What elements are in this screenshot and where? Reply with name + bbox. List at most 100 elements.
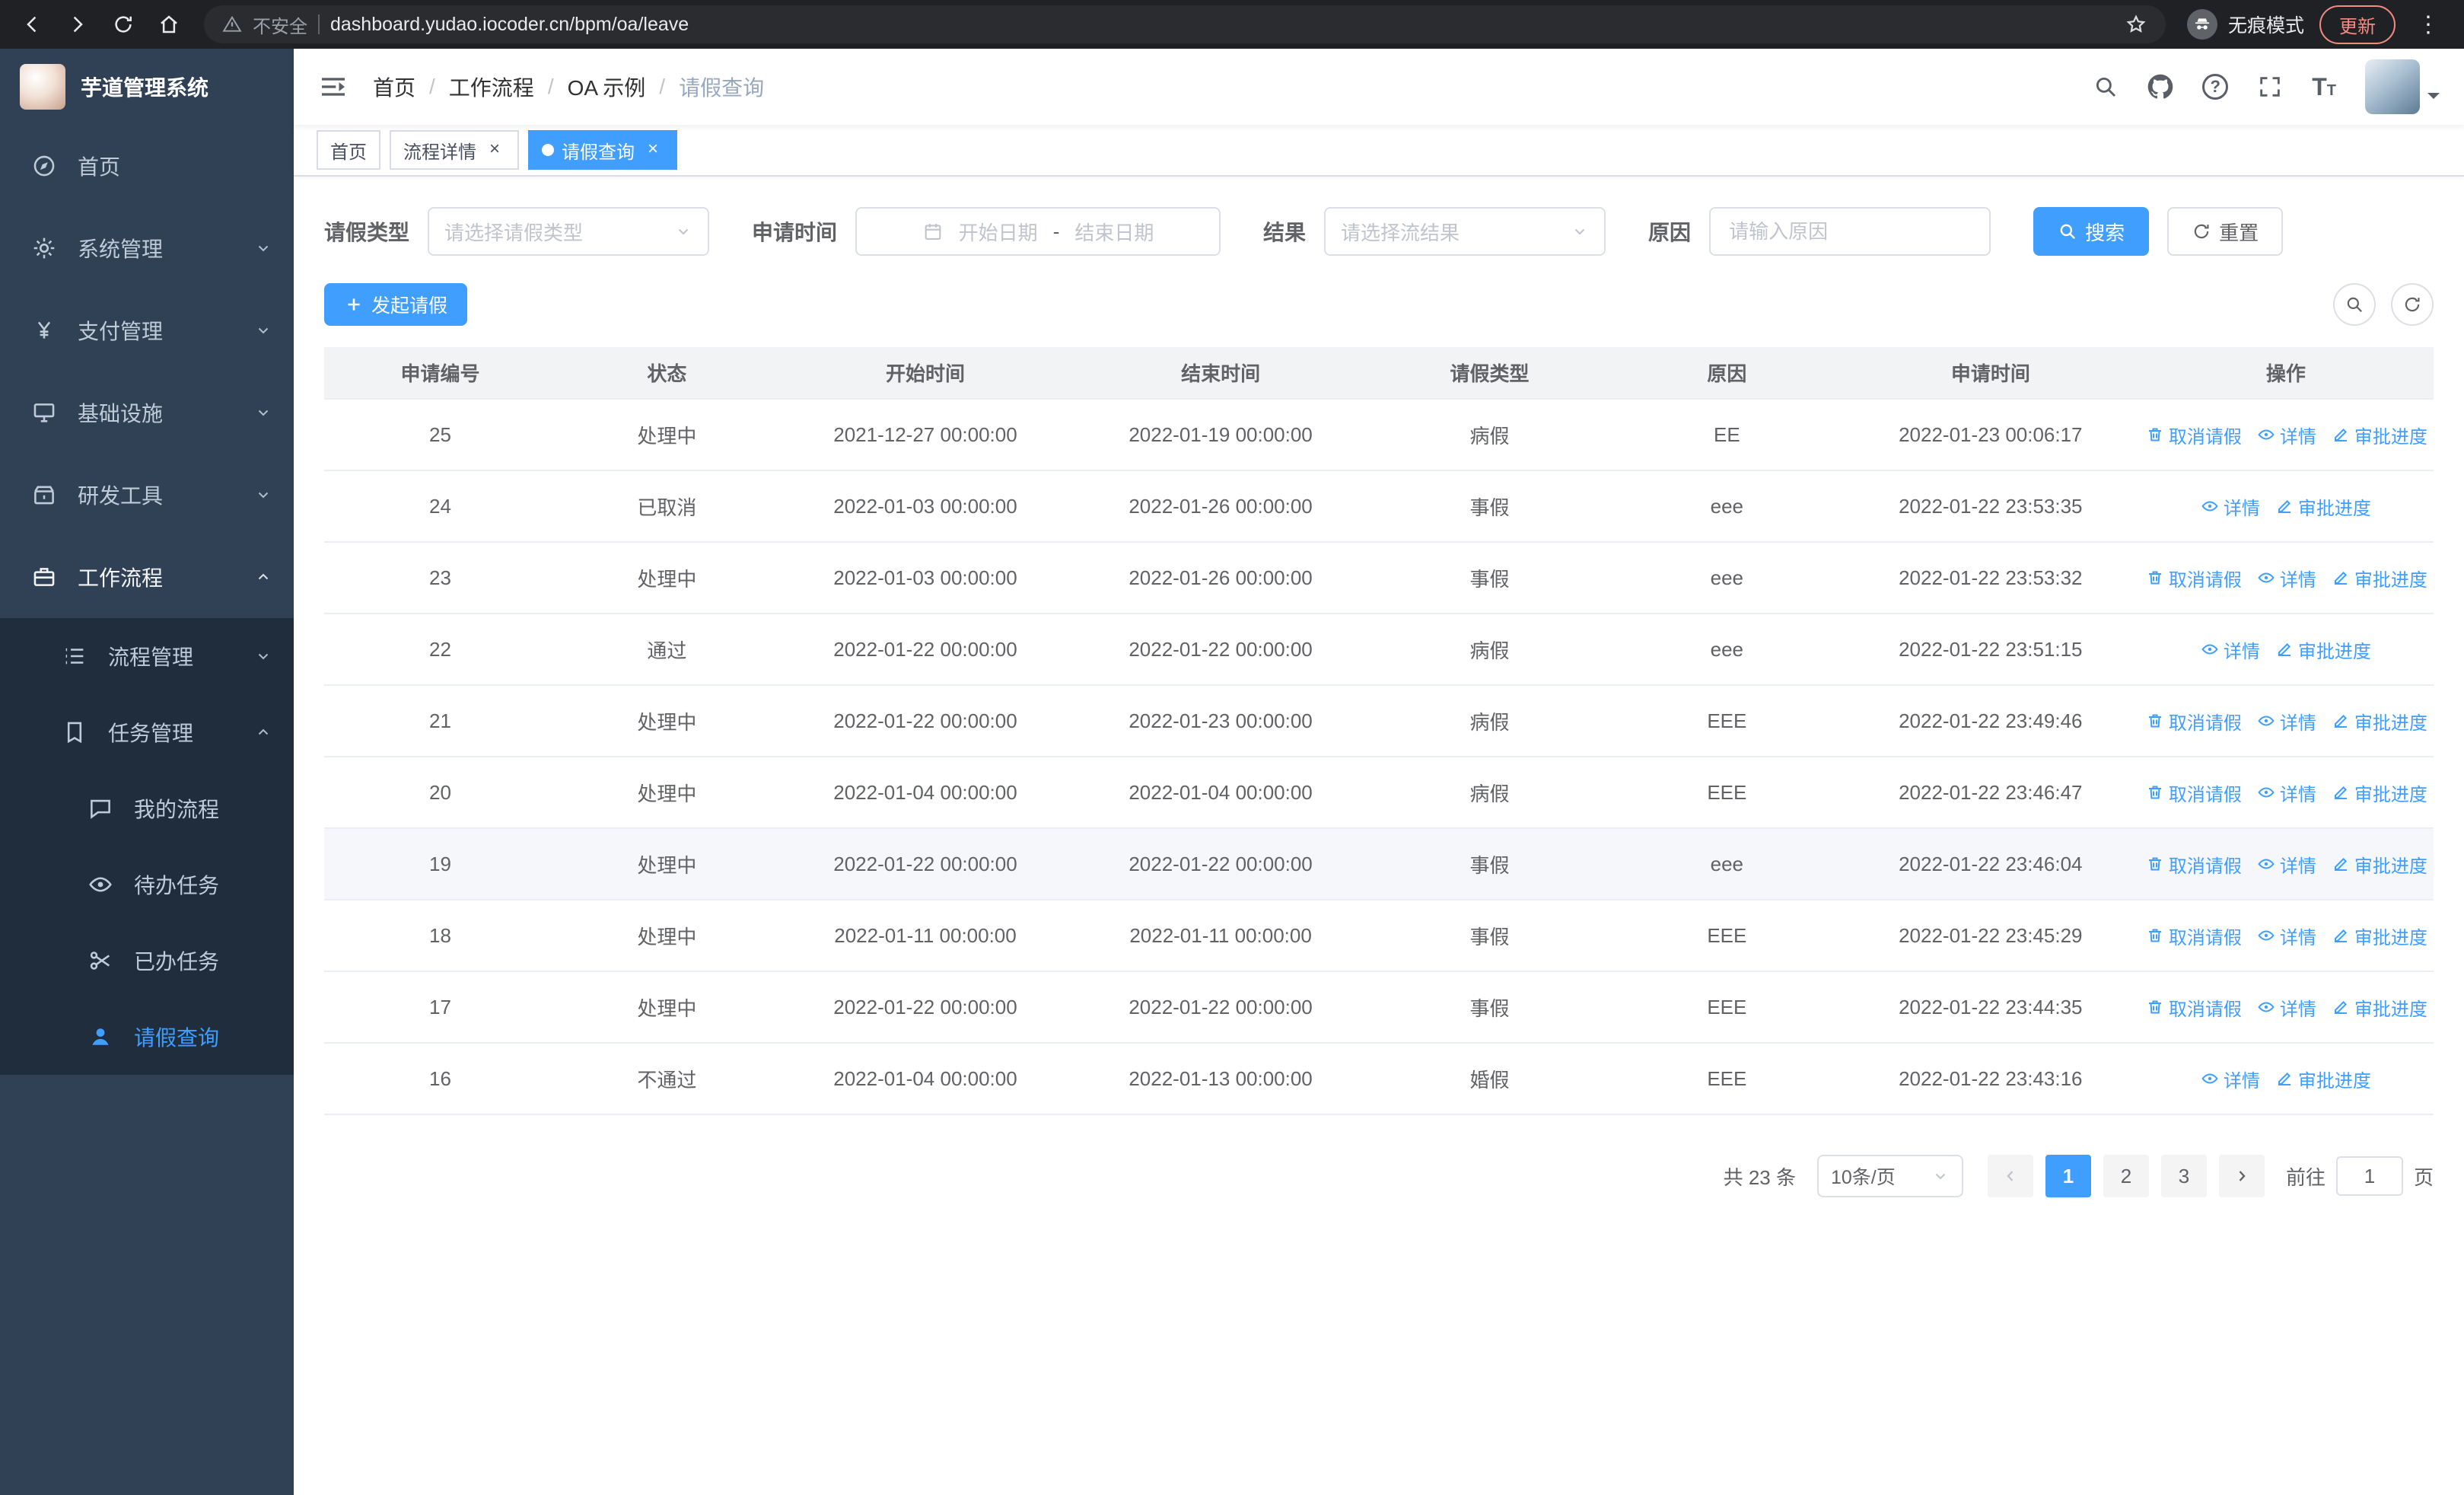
browser-back-button[interactable]	[12, 5, 52, 44]
detail-link[interactable]: 详情	[2257, 994, 2316, 1021]
cell-operations: 取消请假 详情 审批进度	[2138, 900, 2434, 972]
logo[interactable]: 芋道管理系统	[0, 49, 294, 125]
next-page-button[interactable]	[2218, 1155, 2265, 1197]
cell-operations: 取消请假 详情 审批进度	[2138, 757, 2434, 829]
progress-link[interactable]: 审批进度	[2332, 422, 2427, 448]
end-date-placeholder: 结束日期	[1074, 221, 1154, 244]
detail-link[interactable]: 详情	[2257, 851, 2316, 878]
filter-result: 结果 请选择流结果	[1263, 207, 1606, 256]
cancel-link[interactable]: 取消请假	[2146, 923, 2242, 949]
table-row: 21 处理中 2022-01-22 00:00:00 2022-01-23 00:00…	[324, 685, 2434, 757]
cell-start-time: 2022-01-22 00:00:00	[777, 685, 1074, 757]
detail-link[interactable]: 详情	[2257, 708, 2316, 735]
apply-time-range-picker[interactable]: 开始日期 - 结束日期	[855, 207, 1221, 256]
cell-end-time: 2022-01-13 00:00:00	[1073, 1043, 1369, 1115]
sidebar-item-workflow[interactable]: 工作流程	[0, 536, 294, 618]
sidebar-item-payment[interactable]: 支付管理	[0, 289, 294, 371]
progress-link[interactable]: 审批进度	[2332, 923, 2427, 949]
cell-status: 处理中	[556, 685, 778, 757]
cancel-link[interactable]: 取消请假	[2146, 851, 2242, 878]
cell-status: 处理中	[556, 757, 778, 829]
goto-page-input[interactable]	[2335, 1156, 2403, 1196]
result-select[interactable]: 请选择流结果	[1324, 207, 1606, 256]
sidebar-item-my-process[interactable]: 我的流程	[0, 770, 294, 846]
cell-start-time: 2022-01-11 00:00:00	[777, 900, 1074, 972]
detail-link[interactable]: 详情	[2257, 779, 2316, 806]
address-bar[interactable]: 不安全 dashboard.yudao.iocoder.cn/bpm/oa/le…	[204, 5, 2166, 43]
page-size-select[interactable]: 10条/页	[1816, 1155, 1963, 1197]
chevron-down-icon	[254, 321, 272, 339]
cell-leave-type: 病假	[1368, 757, 1611, 829]
close-icon[interactable]: ×	[642, 139, 664, 161]
home-icon	[30, 152, 58, 180]
close-icon[interactable]: ×	[484, 139, 505, 161]
breadcrumb-item[interactable]: 工作流程	[449, 72, 534, 102]
progress-link[interactable]: 审批进度	[2332, 779, 2427, 806]
cell-apply-id: 20	[324, 757, 556, 829]
progress-link[interactable]: 审批进度	[2332, 565, 2427, 591]
cancel-link[interactable]: 取消请假	[2146, 994, 2242, 1021]
sidebar-item-done[interactable]: 已办任务	[0, 923, 294, 999]
cancel-link[interactable]: 取消请假	[2146, 779, 2242, 806]
detail-link[interactable]: 详情	[2201, 1066, 2260, 1092]
page-button-2[interactable]: 2	[2103, 1155, 2149, 1197]
sidebar-item-infra[interactable]: 基础设施	[0, 371, 294, 454]
search-icon[interactable]	[2093, 74, 2119, 100]
cell-end-time: 2022-01-26 00:00:00	[1073, 542, 1369, 614]
tab-0[interactable]: 首页	[317, 130, 380, 170]
github-icon[interactable]	[2147, 74, 2173, 100]
search-icon	[2060, 224, 2076, 240]
refresh-table-button[interactable]	[2391, 283, 2434, 326]
prev-page-button[interactable]	[1987, 1155, 2033, 1197]
toggle-search-button[interactable]	[2333, 283, 2376, 326]
sidebar-item-leave[interactable]: 请假查询	[0, 999, 294, 1075]
sidebar-item-process[interactable]: 流程管理	[0, 618, 294, 694]
browser-home-button[interactable]	[149, 5, 189, 44]
sidebar-item-system[interactable]: 系统管理	[0, 207, 294, 289]
sidebar-item-home[interactable]: 首页	[0, 125, 294, 207]
cancel-link[interactable]: 取消请假	[2146, 565, 2242, 591]
page-button-1[interactable]: 1	[2045, 1155, 2091, 1197]
search-button[interactable]: 搜索	[2033, 207, 2150, 256]
sidebar-item-task[interactable]: 任务管理	[0, 694, 294, 770]
progress-link[interactable]: 审批进度	[2275, 493, 2371, 520]
user-menu[interactable]	[2365, 59, 2440, 114]
cell-status: 已取消	[556, 470, 778, 543]
sidebar-toggle-icon[interactable]	[318, 72, 349, 102]
detail-link[interactable]: 详情	[2201, 493, 2260, 520]
detail-link[interactable]: 详情	[2201, 636, 2260, 663]
sidebar-item-devtools[interactable]: 研发工具	[0, 454, 294, 536]
sidebar-item-todo[interactable]: 待办任务	[0, 846, 294, 923]
cell-apply-time: 2022-01-22 23:43:16	[1842, 1043, 2138, 1115]
browser-menu-icon[interactable]: ⋮	[2411, 11, 2446, 38]
fullscreen-icon[interactable]	[2257, 74, 2283, 100]
browser-refresh-button[interactable]	[103, 5, 143, 44]
breadcrumb-item[interactable]: 首页	[373, 72, 415, 102]
help-icon[interactable]: ?	[2202, 74, 2229, 100]
create-leave-button[interactable]: 发起请假	[324, 283, 468, 326]
page-button-3[interactable]: 3	[2160, 1155, 2207, 1197]
progress-link[interactable]: 审批进度	[2275, 636, 2371, 663]
update-button[interactable]: 更新	[2319, 5, 2396, 44]
tab-2[interactable]: 请假查询 ×	[528, 130, 677, 170]
browser-forward-button[interactable]	[58, 5, 97, 44]
progress-link[interactable]: 审批进度	[2332, 851, 2427, 878]
leave-type-select[interactable]: 请选择请假类型	[428, 207, 710, 256]
cancel-link[interactable]: 取消请假	[2146, 422, 2242, 448]
bookmark-star-icon[interactable]	[2125, 13, 2147, 36]
breadcrumb-separator: /	[659, 75, 666, 98]
progress-link[interactable]: 审批进度	[2332, 994, 2427, 1021]
system-icon	[30, 234, 58, 262]
font-size-icon[interactable]: TT	[2312, 75, 2336, 99]
detail-link[interactable]: 详情	[2257, 422, 2316, 448]
tab-1[interactable]: 流程详情 ×	[390, 130, 519, 170]
progress-link[interactable]: 审批进度	[2275, 1066, 2371, 1092]
cell-status: 不通过	[556, 1043, 778, 1115]
detail-link[interactable]: 详情	[2257, 923, 2316, 949]
progress-link[interactable]: 审批进度	[2332, 708, 2427, 735]
breadcrumb-item[interactable]: OA 示例	[568, 72, 646, 102]
cancel-link[interactable]: 取消请假	[2146, 708, 2242, 735]
reason-input[interactable]	[1709, 207, 1991, 256]
detail-link[interactable]: 详情	[2257, 565, 2316, 591]
reset-button[interactable]: 重置	[2167, 207, 2284, 256]
